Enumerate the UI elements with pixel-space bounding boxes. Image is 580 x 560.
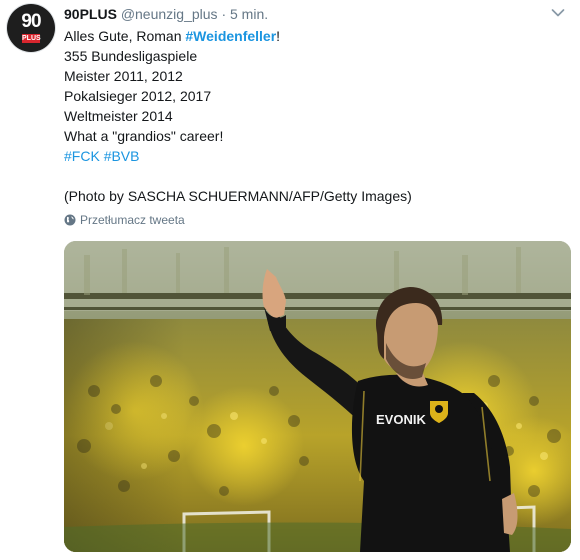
- text-line-career: What a "grandios" career!: [64, 128, 224, 144]
- tweet: 90 PLUS 90PLUS @neunzig_plus · 5 min. Al…: [0, 0, 580, 560]
- avatar-number: 90: [21, 11, 41, 32]
- tweet-photo[interactable]: EVONIK: [64, 241, 571, 552]
- text-exclamation: !: [276, 28, 281, 44]
- text-line-greeting: Alles Gute, Roman: [64, 28, 186, 44]
- chevron-down-icon[interactable]: [551, 8, 565, 18]
- author-name[interactable]: 90PLUS: [64, 6, 117, 22]
- avatar[interactable]: 90 PLUS: [7, 4, 55, 52]
- author-handle[interactable]: @neunzig_plus: [121, 6, 218, 22]
- jersey-sponsor-text: EVONIK: [376, 412, 426, 427]
- tweet-timestamp[interactable]: 5 min.: [230, 6, 268, 22]
- photo-illustration: EVONIK: [64, 241, 571, 552]
- tweet-text: Alles Gute, Roman #Weidenfeller! 355 Bun…: [64, 26, 412, 206]
- text-line-worldchamp: Weltmeister 2014: [64, 108, 173, 124]
- photo-credit: (Photo by SASCHA SCHUERMANN/AFP/Getty Im…: [64, 188, 412, 204]
- text-line-champion: Meister 2011, 2012: [64, 68, 183, 84]
- translate-link[interactable]: Przetłumacz tweeta: [64, 213, 185, 227]
- avatar-plus-label: PLUS: [22, 34, 41, 43]
- hashtag-bvb[interactable]: #BVB: [104, 148, 140, 164]
- globe-icon: [64, 214, 76, 226]
- translate-label: Przetłumacz tweeta: [80, 213, 185, 227]
- text-line-games: 355 Bundesligaspiele: [64, 48, 198, 64]
- tweet-header: 90PLUS @neunzig_plus · 5 min.: [64, 6, 268, 22]
- separator-dot: ·: [221, 6, 227, 22]
- hashtag-fck[interactable]: #FCK: [64, 148, 100, 164]
- text-line-cup: Pokalsieger 2012, 2017: [64, 88, 212, 104]
- hashtag-weidenfeller[interactable]: #Weidenfeller: [185, 28, 276, 44]
